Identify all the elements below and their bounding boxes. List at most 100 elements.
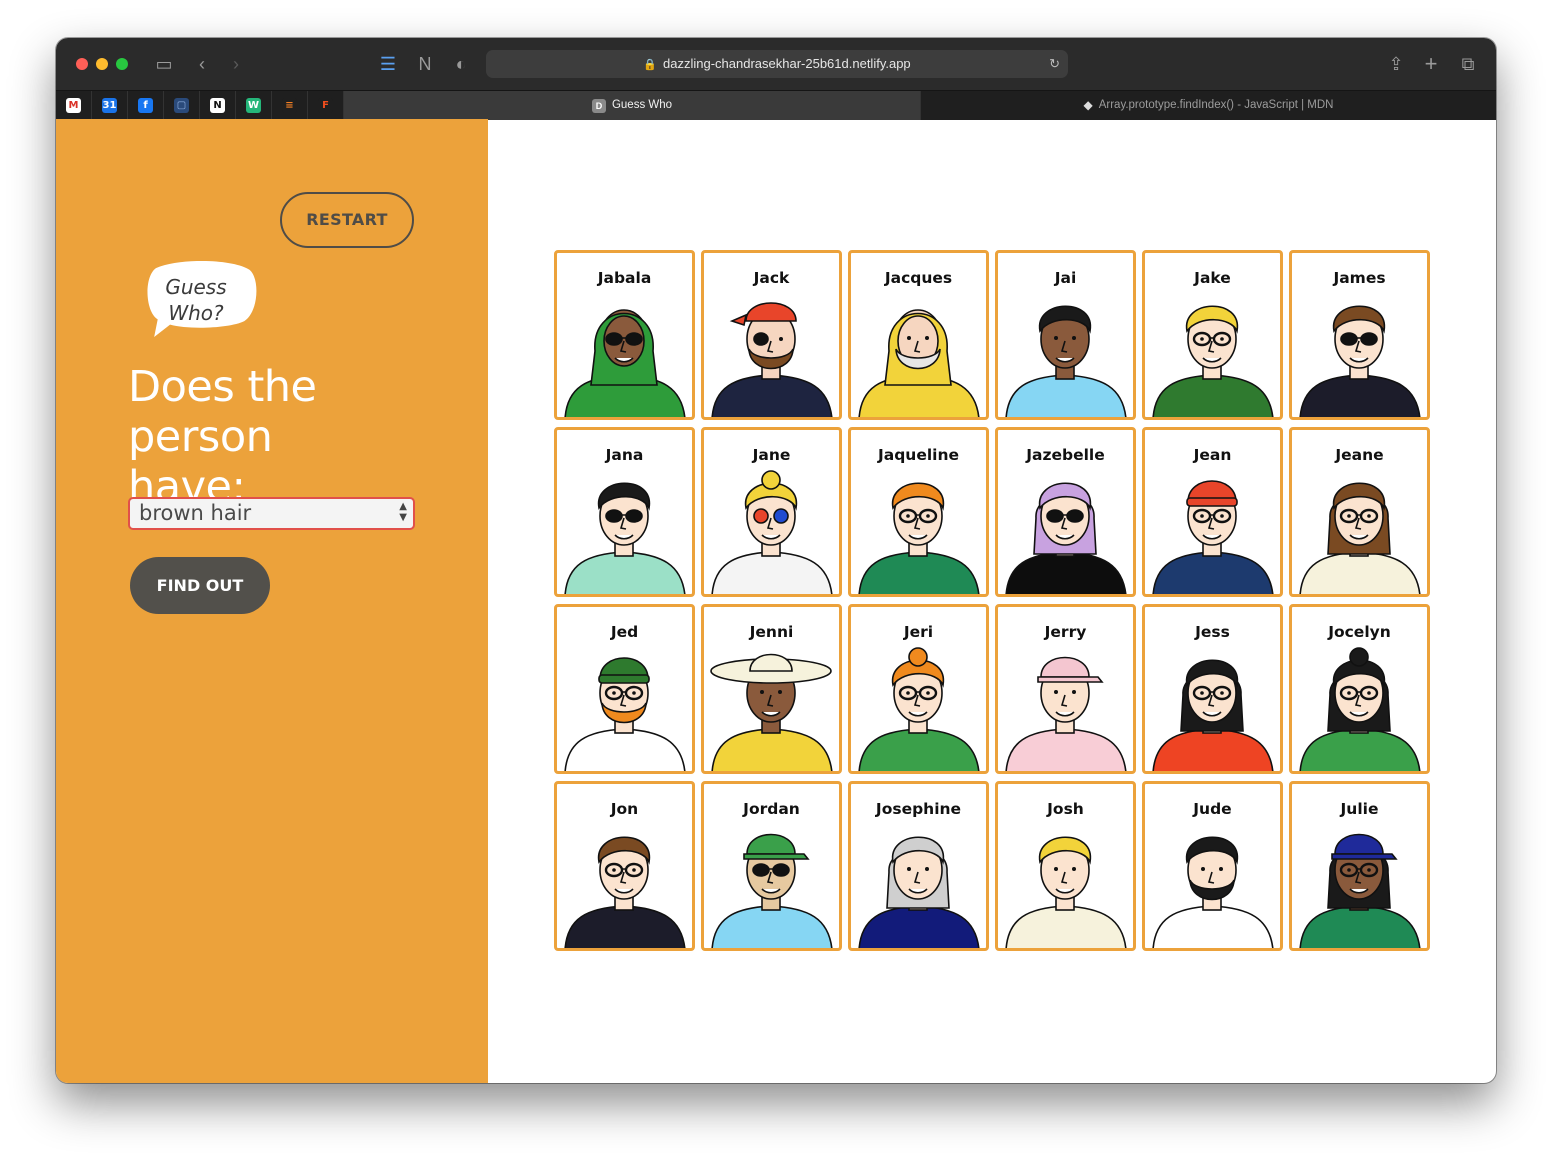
portrait-icon [1299,305,1421,417]
character-card-jake[interactable]: Jake [1142,250,1283,420]
shield-icon[interactable]: ◐ [449,52,473,76]
character-card-jed[interactable]: Jed [554,604,695,774]
character-card-jean[interactable]: Jean [1142,427,1283,597]
restart-button[interactable]: RESTART [280,192,414,248]
character-card-jon[interactable]: Jon [554,781,695,951]
whimsical-icon: W [246,98,261,113]
character-name: Jabala [597,269,652,287]
character-name: Jana [605,446,644,464]
attribute-select[interactable]: brown hair ▲ ▼ [128,497,415,530]
tab-guess-who[interactable]: D Guess Who [344,91,920,120]
pinned-tab-calendar[interactable]: 31 [92,91,128,120]
pinned-tab-notion[interactable]: N [200,91,236,120]
character-card-jack[interactable]: Jack [701,250,842,420]
character-card-jai[interactable]: Jai [995,250,1136,420]
zoom-window-button[interactable] [116,58,128,70]
portrait-icon [1152,659,1274,771]
lock-icon: 🔒 [643,59,658,71]
find-out-button[interactable]: FIND OUT [130,557,270,614]
portrait-icon [858,647,980,771]
character-card-jazebelle[interactable]: Jazebelle [995,427,1136,597]
portrait-icon [1299,833,1421,948]
character-name: Jordan [743,800,800,818]
close-window-button[interactable] [76,58,88,70]
pinned-tab-document[interactable]: ▢ [164,91,200,120]
character-name: Jerry [1044,623,1087,641]
character-card-jabala[interactable]: Jabala [554,250,695,420]
character-name: Jocelyn [1328,623,1391,641]
character-card-jeri[interactable]: Jeri [848,604,989,774]
share-icon[interactable]: ⇪ [1384,52,1408,76]
pinned-tab-whimsical[interactable]: W [236,91,272,120]
tab-label: Array.prototype.findIndex() - JavaScript… [1098,99,1334,111]
character-card-james[interactable]: James [1289,250,1430,420]
character-name: Jude [1193,800,1232,818]
character-card-josephine[interactable]: Josephine [848,781,989,951]
character-name: Josh [1047,800,1084,818]
notion-icon: N [210,98,225,113]
address-bar[interactable]: 🔒 dazzling-chandrasekhar-25b61d.netlify.a… [486,50,1068,78]
character-card-jane[interactable]: Jane [701,427,842,597]
character-card-julie[interactable]: Julie [1289,781,1430,951]
character-card-jeane[interactable]: Jeane [1289,427,1430,597]
gmail-icon: M [66,98,81,113]
figma-icon: F [318,98,333,113]
forward-icon[interactable]: › [224,52,248,76]
portrait-icon [1005,482,1127,594]
character-name: Jeri [903,623,934,641]
tab-label: Guess Who [611,99,673,111]
character-name: Julie [1340,800,1379,818]
character-card-josh[interactable]: Josh [995,781,1136,951]
character-card-jude[interactable]: Jude [1142,781,1283,951]
character-card-jerry[interactable]: Jerry [995,604,1136,774]
portrait-icon [711,833,833,948]
character-name: Jaqueline [877,446,960,464]
character-card-jess[interactable]: Jess [1142,604,1283,774]
character-card-jana[interactable]: Jana [554,427,695,597]
tab-favicon: D [591,98,606,113]
browser-window: ▭ ‹ › ☰ N ◐ 🔒 dazzling-chandrasekhar-25b6… [56,38,1496,1083]
portrait-icon [1005,656,1127,771]
question-panel: RESTART Guess Who? Does the person have:… [56,119,488,1083]
character-card-jaqueline[interactable]: Jaqueline [848,427,989,597]
question-heading: Does the person have: [128,362,448,512]
portrait-icon [858,482,980,594]
tab-overview-icon[interactable]: ⧉ [1456,52,1480,76]
character-name: Jai [1054,269,1077,287]
document-icon: ▢ [174,98,189,113]
character-card-jenni[interactable]: Jenni [701,604,842,774]
character-name: Jess [1195,623,1230,641]
character-name: Jack [753,269,790,287]
portrait-icon [564,657,686,771]
character-card-jocelyn[interactable]: Jocelyn [1289,604,1430,774]
portrait-icon [564,482,686,594]
title-bar: ▭ ‹ › ☰ N ◐ 🔒 dazzling-chandrasekhar-25b6… [56,38,1496,90]
portrait-icon [711,302,833,417]
character-name: Jed [610,623,639,641]
portrait-icon [1299,482,1421,594]
select-value: brown hair [139,501,252,525]
character-name: Jazebelle [1026,446,1105,464]
portrait-icon [1005,305,1127,417]
pinned-tab-facebook[interactable]: f [128,91,164,120]
pinned-tab-stackoverflow[interactable]: ≡ [272,91,308,120]
tab-mdn[interactable]: ◆ Array.prototype.findIndex() - JavaScri… [920,91,1496,120]
new-tab-icon[interactable]: + [1419,52,1443,76]
character-name: Jenni [749,623,794,641]
character-card-jordan[interactable]: Jordan [701,781,842,951]
portrait-icon [1299,647,1421,771]
back-icon[interactable]: ‹ [190,52,214,76]
notion-extension-icon[interactable]: N [413,52,437,76]
character-card-jacques[interactable]: Jacques [848,250,989,420]
todoist-extension-icon[interactable]: ☰ [376,52,400,76]
portrait-icon [564,836,686,948]
sidebar-toggle-icon[interactable]: ▭ [152,52,176,76]
mdn-icon: ◆ [1083,98,1093,112]
reload-icon[interactable]: ↻ [1049,50,1060,78]
minimize-window-button[interactable] [96,58,108,70]
character-name: James [1333,269,1386,287]
pinned-tab-figma[interactable]: F [308,91,344,120]
character-name: Jon [610,800,639,818]
character-name: Jane [752,446,791,464]
pinned-tab-gmail[interactable]: M [56,91,92,120]
